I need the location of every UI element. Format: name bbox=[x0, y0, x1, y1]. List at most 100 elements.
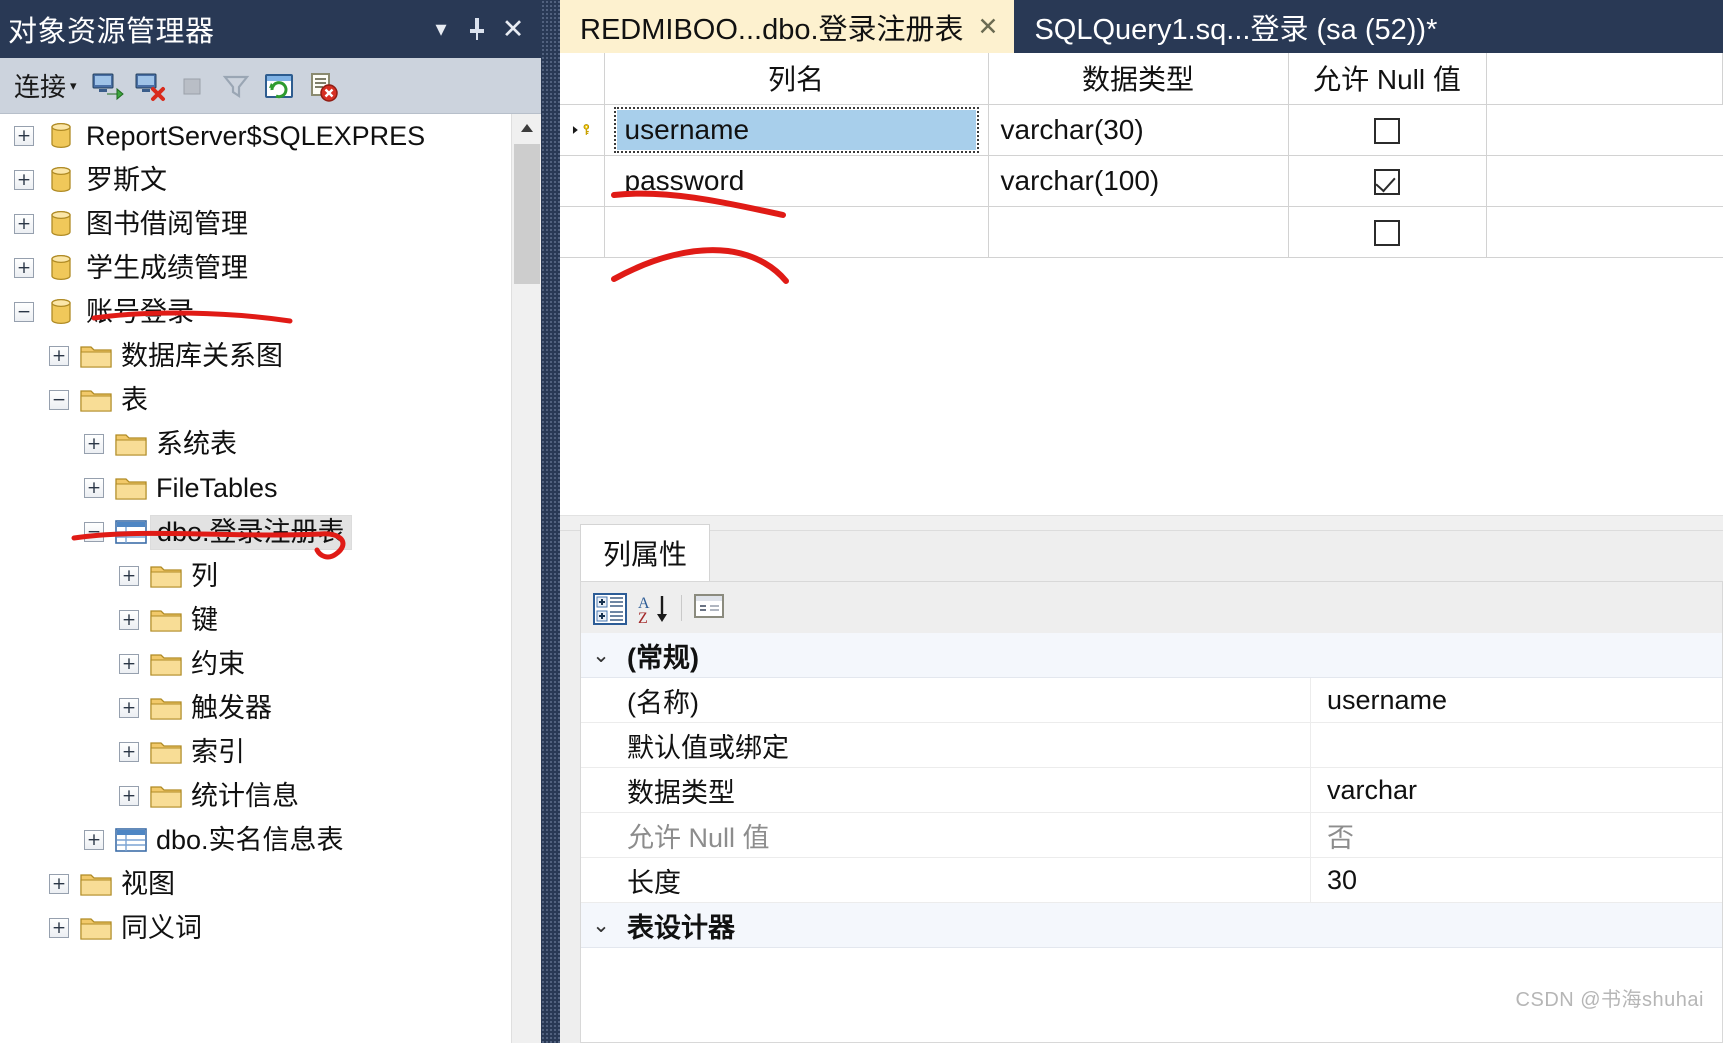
row-selector-cell[interactable] bbox=[560, 155, 605, 207]
table-row[interactable]: username varchar(30) bbox=[560, 104, 1723, 156]
tree-node-3[interactable]: + 学生成绩管理 bbox=[0, 246, 541, 290]
tree-node-7[interactable]: + 系统表 bbox=[0, 422, 541, 466]
column-name-header[interactable]: 列名 bbox=[604, 53, 989, 105]
allow-nulls-cell[interactable] bbox=[1288, 155, 1487, 207]
table-row[interactable] bbox=[560, 206, 1723, 258]
data-type-cell[interactable] bbox=[988, 206, 1289, 258]
row-selector-cell[interactable] bbox=[560, 104, 605, 156]
filter-icon[interactable] bbox=[219, 70, 253, 102]
expand-icon[interactable]: + bbox=[84, 434, 104, 454]
data-type-cell[interactable]: varchar(30) bbox=[988, 104, 1289, 156]
tab-sql-query[interactable]: SQLQuery1.sq...登录 (sa (52))* bbox=[1014, 0, 1453, 53]
tree-node-0[interactable]: + ReportServer$SQLEXPRES bbox=[0, 114, 541, 158]
expand-icon[interactable]: + bbox=[14, 214, 34, 234]
object-explorer-tree[interactable]: + ReportServer$SQLEXPRES + 罗斯文 + 图书借阅管理 + 学生成绩管… bbox=[0, 114, 541, 1043]
dropdown-icon[interactable]: ▾ bbox=[423, 11, 459, 47]
tree-node-12[interactable]: + 约束 bbox=[0, 642, 541, 686]
categorized-view-icon[interactable] bbox=[593, 592, 627, 625]
table-row[interactable]: password varchar(100) bbox=[560, 155, 1723, 207]
expand-icon[interactable]: + bbox=[14, 170, 34, 190]
allow-nulls-checkbox[interactable] bbox=[1374, 169, 1400, 196]
tree-node-8[interactable]: + FileTables bbox=[0, 466, 541, 510]
expand-icon[interactable]: + bbox=[14, 126, 34, 146]
property-value[interactable]: 30 bbox=[1311, 865, 1722, 896]
collapse-icon[interactable]: − bbox=[49, 390, 69, 410]
property-pages-icon[interactable] bbox=[693, 592, 727, 624]
tree-node-10[interactable]: + 列 bbox=[0, 554, 541, 598]
expand-icon[interactable]: + bbox=[49, 918, 69, 938]
tree-node-17[interactable]: + 视图 bbox=[0, 862, 541, 906]
tree-node-5[interactable]: + 数据库关系图 bbox=[0, 334, 541, 378]
expand-icon[interactable]: + bbox=[49, 346, 69, 366]
tree-node-13[interactable]: + 触发器 bbox=[0, 686, 541, 730]
scroll-up-icon[interactable] bbox=[512, 114, 541, 142]
property-row[interactable]: (名称) username bbox=[581, 678, 1722, 723]
allow-nulls-cell[interactable] bbox=[1288, 104, 1487, 156]
property-row[interactable]: 允许 Null 值否 bbox=[581, 813, 1722, 858]
expand-icon[interactable]: + bbox=[84, 830, 104, 850]
allow-nulls-header[interactable]: 允许 Null 值 bbox=[1288, 53, 1487, 105]
horizontal-splitter[interactable] bbox=[560, 515, 1723, 531]
chevron-down-icon[interactable]: ⌄ bbox=[581, 913, 621, 938]
script-error-icon[interactable] bbox=[305, 70, 339, 102]
tree-node-15[interactable]: + 统计信息 bbox=[0, 774, 541, 818]
tree-node-18[interactable]: + 同义词 bbox=[0, 906, 541, 950]
collapse-icon[interactable]: − bbox=[84, 522, 104, 542]
connect-object-explorer-icon[interactable] bbox=[90, 70, 124, 102]
property-row[interactable]: 数据类型 varchar bbox=[581, 768, 1722, 813]
tree-node-6[interactable]: − 表 bbox=[0, 378, 541, 422]
refresh-icon[interactable] bbox=[262, 70, 296, 102]
allow-nulls-checkbox[interactable] bbox=[1374, 220, 1400, 247]
object-explorer-panel: 对象资源管理器 ▾ ✕ 连接 ▾ + ReportServer$SQLEXPRE… bbox=[0, 0, 541, 1043]
expand-icon[interactable]: + bbox=[119, 610, 139, 630]
scrollbar-thumb[interactable] bbox=[514, 144, 540, 284]
tab-table-designer[interactable]: REDMIBOO...dbo.登录注册表 ✕ bbox=[560, 0, 1015, 53]
vertical-splitter[interactable] bbox=[541, 0, 560, 1043]
row-selector-cell[interactable] bbox=[560, 206, 605, 258]
alphabetical-sort-icon[interactable]: A Z bbox=[637, 592, 671, 626]
data-type-header[interactable]: 数据类型 bbox=[988, 53, 1289, 105]
allow-nulls-checkbox[interactable] bbox=[1374, 118, 1400, 145]
expand-icon[interactable]: + bbox=[119, 698, 139, 718]
column-name-cell[interactable]: username bbox=[604, 104, 989, 156]
expand-icon[interactable]: + bbox=[119, 566, 139, 586]
tree-node-14[interactable]: + 索引 bbox=[0, 730, 541, 774]
close-icon[interactable]: ✕ bbox=[495, 11, 531, 47]
property-value[interactable]: 否 bbox=[1311, 816, 1722, 855]
connect-button[interactable]: 连接 ▾ bbox=[10, 67, 81, 104]
tree-node-16[interactable]: + dbo.实名信息表 bbox=[0, 818, 541, 862]
expand-icon[interactable]: + bbox=[49, 874, 69, 894]
document-tabstrip: REDMIBOO...dbo.登录注册表 ✕ SQLQuery1.sq...登录… bbox=[560, 0, 1723, 53]
property-group-header[interactable]: ⌄ (常规) bbox=[581, 633, 1722, 678]
tree-node-label: 触发器 bbox=[191, 692, 272, 723]
property-row[interactable]: 长度 30 bbox=[581, 858, 1722, 903]
tree-node-9[interactable]: − dbo.登录注册表 bbox=[0, 510, 541, 554]
property-value[interactable]: username bbox=[1311, 685, 1722, 716]
tree-node-4[interactable]: − 账号登录 bbox=[0, 290, 541, 334]
tree-node-2[interactable]: + 图书借阅管理 bbox=[0, 202, 541, 246]
column-grid[interactable]: 列名 数据类型 允许 Null 值 username varchar(30) pas… bbox=[560, 53, 1723, 515]
expand-icon[interactable]: + bbox=[84, 478, 104, 498]
property-group-header[interactable]: ⌄ 表设计器 bbox=[581, 903, 1722, 948]
expand-icon[interactable]: + bbox=[119, 654, 139, 674]
property-row[interactable]: 默认值或绑定 bbox=[581, 723, 1722, 768]
properties-grid[interactable]: ⌄ (常规) (名称) username 默认值或绑定 数据类型 varchar 允许 Nul… bbox=[580, 633, 1723, 1043]
column-name-cell[interactable]: password bbox=[604, 155, 989, 207]
collapse-icon[interactable]: − bbox=[14, 302, 34, 322]
tree-node-1[interactable]: + 罗斯文 bbox=[0, 158, 541, 202]
allow-nulls-cell[interactable] bbox=[1288, 206, 1487, 258]
chevron-down-icon[interactable]: ⌄ bbox=[581, 643, 621, 668]
data-type-cell[interactable]: varchar(100) bbox=[988, 155, 1289, 207]
tree-scrollbar[interactable] bbox=[511, 114, 541, 1043]
column-name-cell[interactable] bbox=[604, 206, 989, 258]
expand-icon[interactable]: + bbox=[14, 258, 34, 278]
close-icon[interactable]: ✕ bbox=[978, 12, 999, 42]
disconnect-icon[interactable] bbox=[133, 70, 167, 102]
tree-node-11[interactable]: + 键 bbox=[0, 598, 541, 642]
expand-icon[interactable]: + bbox=[119, 786, 139, 806]
tab-column-properties[interactable]: 列属性 bbox=[580, 524, 711, 581]
pin-icon[interactable] bbox=[459, 11, 495, 47]
expand-icon[interactable]: + bbox=[119, 742, 139, 762]
folder-icon bbox=[80, 390, 112, 412]
property-value[interactable]: varchar bbox=[1311, 775, 1722, 806]
